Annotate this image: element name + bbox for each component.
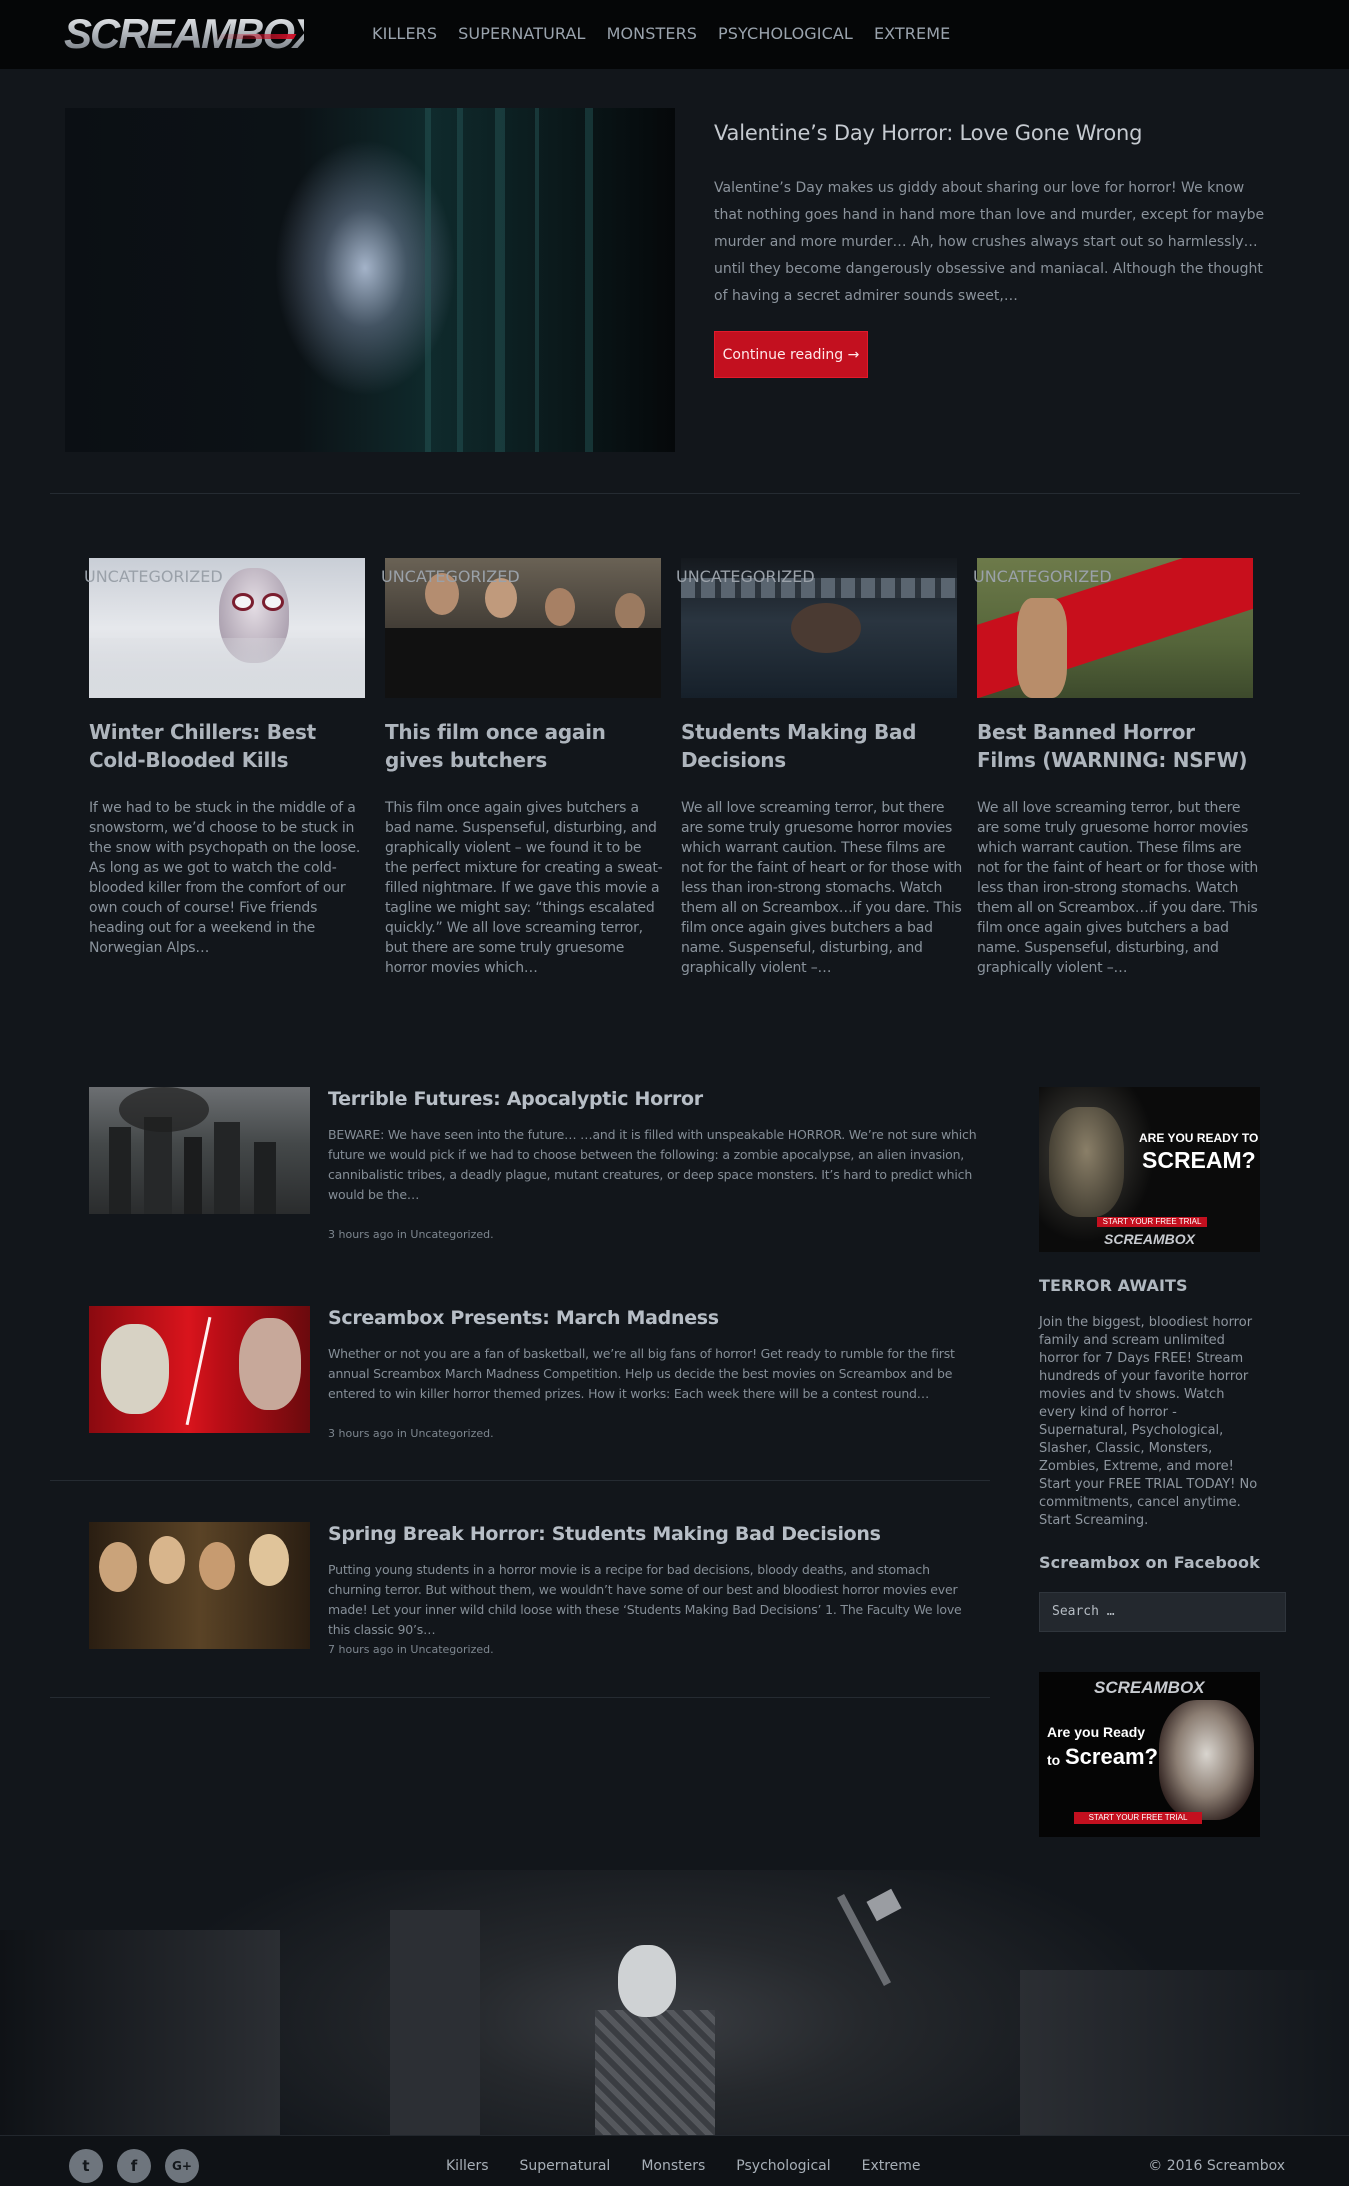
- category-badge[interactable]: UNCATEGORIZED: [973, 567, 1112, 586]
- footer-illustration: [0, 1870, 1349, 2135]
- footer-nav-supernatural[interactable]: Supernatural: [520, 2158, 611, 2174]
- copyright: © 2016 Screambox: [1148, 2158, 1285, 2174]
- post-excerpt: Whether or not you are a fan of basketba…: [328, 1346, 955, 1401]
- nav-extreme[interactable]: EXTREME: [874, 24, 950, 44]
- card-excerpt: We all love screaming terror, but there …: [681, 800, 963, 976]
- ad-brand: SCREAMBOX: [1094, 1678, 1205, 1697]
- card-excerpt: We all love screaming terror, but there …: [977, 800, 1259, 976]
- nav-monsters[interactable]: MONSTERS: [607, 24, 697, 44]
- post-thumbnail[interactable]: [89, 1087, 310, 1214]
- ad-trial-button[interactable]: START YOUR FREE TRIAL: [1074, 1812, 1202, 1824]
- hero-excerpt: Valentine’s Day makes us giddy about sha…: [714, 180, 1265, 304]
- sidebar-ad-scream[interactable]: ARE YOU READY TO SCREAM? START YOUR FREE…: [1039, 1087, 1260, 1252]
- post-thumbnail[interactable]: [89, 1522, 310, 1649]
- facebook-icon[interactable]: f: [117, 2149, 151, 2183]
- category-badge[interactable]: UNCATEGORIZED: [84, 567, 223, 586]
- sidebar-ad-clown[interactable]: SCREAMBOX Are you Ready to Scream? START…: [1039, 1672, 1260, 1837]
- post-divider: [50, 1697, 990, 1698]
- ad-line-2: SCREAM?: [1142, 1147, 1256, 1173]
- post-title[interactable]: Terrible Futures: Apocalyptic Horror: [328, 1088, 703, 1110]
- footer-nav-extreme[interactable]: Extreme: [862, 2158, 921, 2174]
- post-meta: 7 hours ago in Uncategorized.: [328, 1643, 494, 1656]
- post-meta: 3 hours ago in Uncategorized.: [328, 1427, 494, 1440]
- card-title[interactable]: This film once again gives butchers: [385, 718, 665, 774]
- category-badge[interactable]: UNCATEGORIZED: [381, 567, 520, 586]
- post-excerpt: BEWARE: We have seen into the future… …a…: [328, 1127, 977, 1202]
- widget-text-terror: Join the biggest, bloodiest horror famil…: [1039, 1315, 1258, 1528]
- post-excerpt: Putting young students in a horror movie…: [328, 1562, 962, 1637]
- widget-title-terror: TERROR AWAITS: [1039, 1276, 1188, 1295]
- logo-red-streak: [213, 34, 297, 39]
- search-input[interactable]: Search …: [1039, 1592, 1286, 1632]
- main-nav: KILLERS SUPERNATURAL MONSTERS PSYCHOLOGI…: [372, 24, 971, 44]
- nav-killers[interactable]: KILLERS: [372, 24, 437, 44]
- ad-trial-button[interactable]: START YOUR FREE TRIAL: [1097, 1217, 1207, 1227]
- post-meta: 3 hours ago in Uncategorized.: [328, 1228, 494, 1241]
- ad-line-1: ARE YOU READY TO: [1139, 1131, 1259, 1145]
- ad-line-2b: Scream?: [1065, 1744, 1158, 1769]
- ad-brand: SCREAMBOX: [1104, 1231, 1196, 1247]
- card-title[interactable]: Students Making Bad Decisions: [681, 718, 961, 774]
- continue-reading-button[interactable]: Continue reading →: [714, 331, 868, 378]
- post-divider: [50, 1480, 990, 1481]
- ad-line-1: Are you Ready: [1047, 1724, 1146, 1740]
- hero-title[interactable]: Valentine’s Day Horror: Love Gone Wrong: [714, 121, 1142, 145]
- footer-nav-killers[interactable]: Killers: [446, 2158, 489, 2174]
- category-badge[interactable]: UNCATEGORIZED: [676, 567, 815, 586]
- footer-nav: Killers Supernatural Monsters Psychologi…: [446, 2158, 952, 2174]
- hero-image[interactable]: [65, 108, 675, 452]
- twitter-icon[interactable]: t: [69, 2149, 103, 2183]
- section-divider: [50, 493, 1300, 494]
- card-title[interactable]: Best Banned Horror Films (WARNING: NSFW): [977, 718, 1257, 774]
- card-excerpt: If we had to be stuck in the middle of a…: [89, 800, 361, 956]
- footer-nav-monsters[interactable]: Monsters: [641, 2158, 705, 2174]
- google-plus-icon[interactable]: G+: [165, 2149, 199, 2183]
- widget-title-facebook[interactable]: Screambox on Facebook: [1039, 1553, 1260, 1572]
- nav-psychological[interactable]: PSYCHOLOGICAL: [718, 24, 853, 44]
- card-excerpt: This film once again gives butchers a ba…: [385, 800, 663, 976]
- footer-nav-psychological[interactable]: Psychological: [736, 2158, 830, 2174]
- nav-supernatural[interactable]: SUPERNATURAL: [458, 24, 585, 44]
- ad-line-2a: to: [1047, 1752, 1061, 1768]
- post-thumbnail[interactable]: [89, 1306, 310, 1433]
- card-title[interactable]: Winter Chillers: Best Cold-Blooded Kills: [89, 718, 369, 774]
- post-title[interactable]: Screambox Presents: March Madness: [328, 1307, 719, 1329]
- post-title[interactable]: Spring Break Horror: Students Making Bad…: [328, 1523, 881, 1545]
